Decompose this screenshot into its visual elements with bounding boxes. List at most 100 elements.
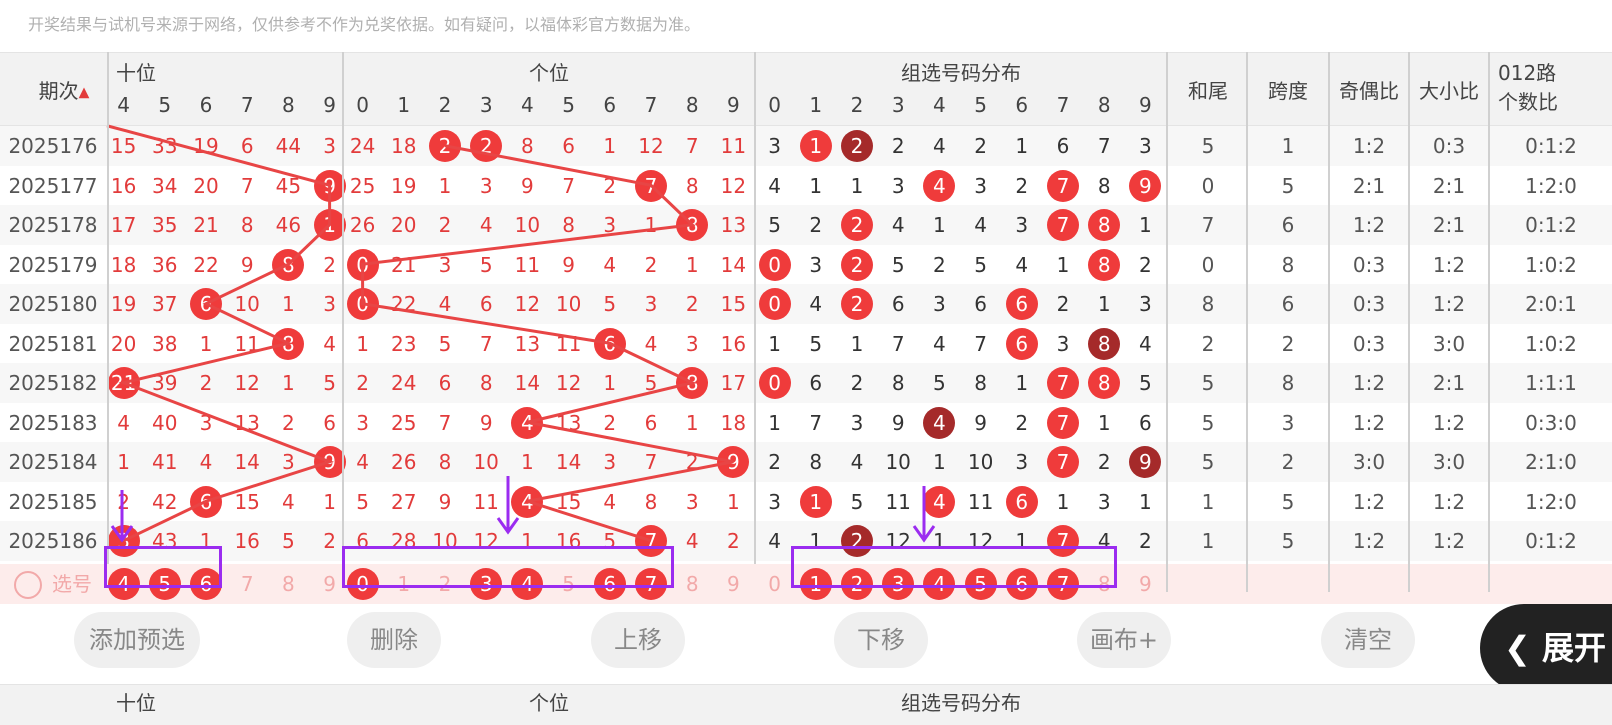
dx-cell: 2:1 xyxy=(1432,371,1466,395)
jo-cell: 0:3 xyxy=(1352,252,1386,277)
hw-cell: 0 xyxy=(1201,173,1215,198)
ge-cell: 2 xyxy=(603,173,617,198)
shi-cell: 41 xyxy=(152,450,178,474)
period-cell: 2025178 xyxy=(8,213,98,237)
column-divider xyxy=(1166,52,1168,592)
clear-button[interactable]: 清空 xyxy=(1321,612,1415,668)
hit-ball: 6 xyxy=(1005,288,1038,320)
kd-cell: 2 xyxy=(1281,331,1295,356)
add-preselect-button[interactable]: 添加预选 xyxy=(74,612,200,668)
pick-shi-cell[interactable]: 8 xyxy=(268,564,309,604)
table-header-repeat: 十位 个位 组选号码分布 xyxy=(0,684,1612,725)
zx-cell: 4 xyxy=(1139,331,1152,356)
ge-cell: 7 xyxy=(644,450,658,474)
shi-cell: 3 xyxy=(199,410,213,435)
zx-cell: 1 xyxy=(1015,371,1029,395)
zx-cell: 3 xyxy=(974,173,987,198)
shi-cell: 44 xyxy=(275,134,302,158)
zx-digit-header: 9 xyxy=(1139,93,1152,117)
zx-digit-header: 0 xyxy=(768,93,781,117)
zx-cell: 4 xyxy=(919,482,960,522)
zx-cell: 3 xyxy=(1139,292,1152,316)
zx-cell: 5 xyxy=(850,489,864,514)
expand-button[interactable]: ❮ 展开 xyxy=(1480,604,1612,692)
ge-cell: 1 xyxy=(356,331,369,356)
shi-cell: 12 xyxy=(234,371,260,395)
hit-ball: 8 xyxy=(676,367,709,399)
move-up-button[interactable]: 上移 xyxy=(591,612,685,668)
pick-shi-cell[interactable]: 7 xyxy=(227,564,268,604)
shi-cell: 20 xyxy=(193,173,219,198)
pick-ge-cell[interactable]: 9 xyxy=(713,564,754,604)
hit-ball: 6 xyxy=(593,327,626,360)
zx-cell: 3 xyxy=(1015,450,1029,474)
zx-cell: 8 xyxy=(1084,205,1125,245)
sort-icon[interactable]: ▲ xyxy=(79,85,90,101)
ge-digit-header: 5 xyxy=(562,93,575,117)
zx-cell: 7 xyxy=(1042,166,1083,206)
column-divider xyxy=(1328,52,1330,592)
ge-cell: 11 xyxy=(720,134,747,158)
period-header[interactable]: 期次▲ xyxy=(24,75,104,104)
pick-ge-cell[interactable]: 8 xyxy=(672,564,713,604)
ge-cell: 4 xyxy=(356,450,369,474)
ge-cell: 5 xyxy=(603,292,617,316)
zx-cell: 3 xyxy=(891,173,905,198)
hit-ball: 4 xyxy=(923,485,956,518)
shi-cell: 37 xyxy=(152,292,178,316)
hw-cell: 5 xyxy=(1201,371,1215,395)
ge-cell: 9 xyxy=(438,489,452,514)
shi-cell: 36 xyxy=(152,252,178,277)
pick-zx-cell[interactable]: 0 xyxy=(754,564,795,604)
shi-cell: 6 xyxy=(185,284,226,324)
ge-cell: 25 xyxy=(349,173,376,198)
ge-cell: 14 xyxy=(514,371,541,395)
ge-cell: 2 xyxy=(685,292,699,316)
hw-cell: 5 xyxy=(1201,450,1215,474)
hit-ball: 8 xyxy=(272,248,305,281)
ge-cell: 2 xyxy=(685,450,699,474)
zx-cell: 11 xyxy=(885,489,911,514)
zx-digit-header: 5 xyxy=(974,93,987,117)
ge-cell: 3 xyxy=(438,252,452,277)
ge-digit-header: 9 xyxy=(727,93,740,117)
ge-cell: 8 xyxy=(685,173,699,198)
period-cell: 2025185 xyxy=(8,489,98,514)
hw-cell: 7 xyxy=(1201,213,1215,237)
ge-header-repeat: 个位 xyxy=(529,691,569,715)
ge-cell: 14 xyxy=(555,450,582,474)
jo-cell: 0:3 xyxy=(1352,331,1386,356)
zx-digit-header: 6 xyxy=(1015,93,1029,117)
shi-cell: 16 xyxy=(110,173,137,198)
zx-cell: 4 xyxy=(891,213,905,237)
shi-cell: 21 xyxy=(193,213,219,237)
ge-cell: 4 xyxy=(644,331,658,356)
hit-ball: 7 xyxy=(1046,367,1079,399)
chevron-left-icon: ❮ xyxy=(1504,629,1531,667)
zx-cell: 8 xyxy=(809,450,823,474)
period-cell: 2025186 xyxy=(8,529,98,553)
hit-ball: 0 xyxy=(346,248,379,281)
zx-cell: 6 xyxy=(1001,284,1042,324)
zx-cell: 4 xyxy=(933,134,946,158)
period-cell: 2025183 xyxy=(8,410,98,435)
zx-cell: 2 xyxy=(1139,529,1152,553)
column-divider xyxy=(342,52,344,564)
shi-cell: 4 xyxy=(282,489,295,514)
hit-ball: 2 xyxy=(840,209,873,241)
ge-cell: 4 xyxy=(479,213,493,237)
zx-cell: 2 xyxy=(836,245,877,285)
ge-cell: 6 xyxy=(479,292,493,316)
ge-cell: 12 xyxy=(514,292,541,316)
pick-zx-cell[interactable]: 9 xyxy=(1125,564,1166,604)
radio-icon[interactable] xyxy=(14,571,42,599)
canvas-plus-button[interactable]: 画布+ xyxy=(1077,612,1171,668)
ge-cell: 4 xyxy=(438,292,452,316)
hit-ball: 8 xyxy=(1088,367,1121,399)
delete-button[interactable]: 删除 xyxy=(347,612,441,668)
hw-cell: 2 xyxy=(1201,331,1215,356)
kd-cell: 5 xyxy=(1281,173,1295,198)
move-down-button[interactable]: 下移 xyxy=(834,612,928,668)
zx-cell: 2 xyxy=(836,126,877,166)
ge-cell: 2 xyxy=(424,126,465,166)
